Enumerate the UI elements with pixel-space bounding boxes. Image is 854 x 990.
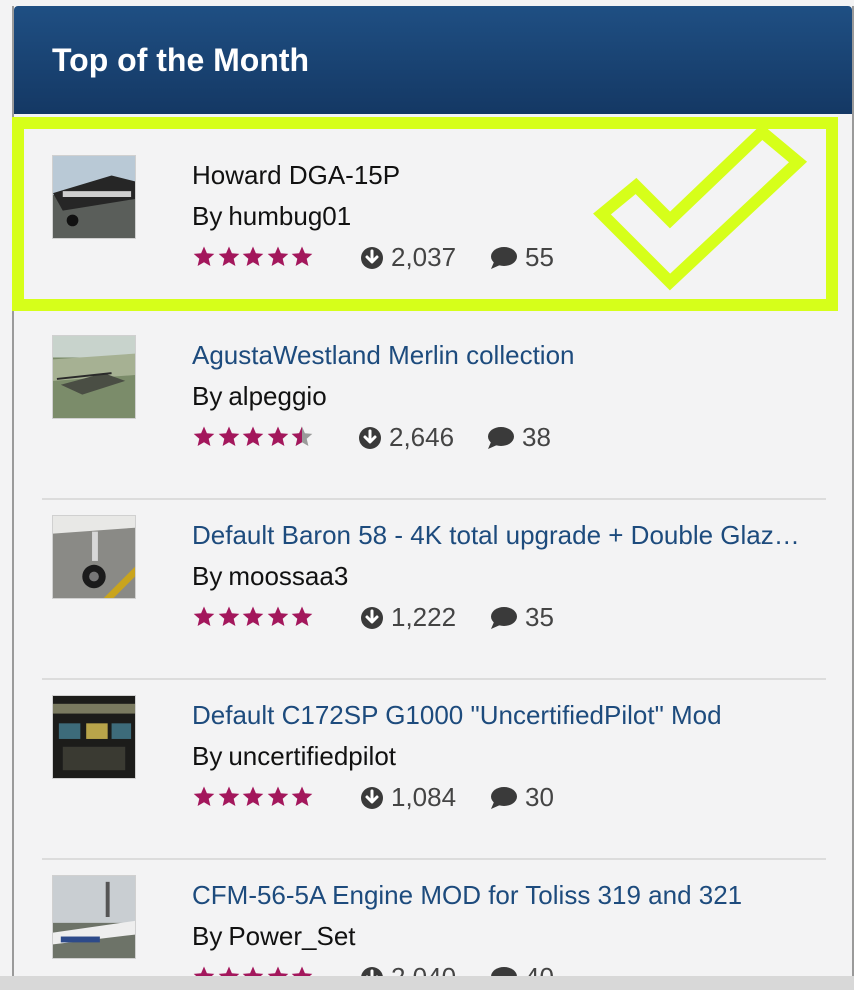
comment-value: 35 [525,602,554,632]
comment-count: 55 [489,242,554,273]
widget-title: Top of the Month [52,42,310,78]
star-icon [267,786,288,806]
bottom-scroll-edge [0,976,854,990]
comment-bubble-icon [488,426,514,449]
star-icon [242,246,264,266]
download-circle-icon [359,426,381,449]
item-thumbnail[interactable] [52,335,136,419]
item-thumbnail[interactable] [52,155,136,239]
download-count: 2,037 [360,242,456,273]
item-thumbnail[interactable] [52,875,136,959]
item-author: By moossaa3 [192,561,348,592]
item-author: By Power_Set [192,921,356,952]
list-item[interactable]: AgustaWestland Merlin collection By alpeg… [14,294,852,474]
comment-bubble-icon [491,606,517,629]
author-link[interactable]: Power_Set [228,921,355,951]
rating-stars [192,425,315,449]
download-value: 2,646 [389,422,455,452]
author-prefix: By [192,921,223,951]
item-meta: 1,084 30 [192,782,792,814]
comment-count: 35 [489,602,554,633]
star-icon [193,786,215,806]
author-link[interactable]: uncertifiedpilot [228,741,396,771]
item-title-link[interactable]: CFM-56-5A Engine MOD for Toliss 319 and … [192,880,802,911]
download-circle-icon [361,246,383,269]
item-thumbnail[interactable] [52,695,136,779]
download-value: 2,037 [391,242,457,272]
comment-count: 30 [489,782,554,813]
author-prefix: By [192,561,223,591]
item-author: By humbug01 [192,201,351,232]
star-icon [193,426,215,446]
star-icon [193,246,215,266]
star-icon [267,246,288,266]
list-item[interactable]: Howard DGA-15P By humbug01 2,037 55 [14,114,852,294]
item-meta: 2,646 38 [192,422,792,454]
star-icon [193,606,215,626]
download-circle-icon [361,786,383,809]
star-icon [267,606,288,626]
item-meta: 2,037 55 [192,242,792,274]
comment-value: 38 [522,422,551,452]
comment-count: 38 [486,422,551,453]
comment-bubble-icon [491,246,517,269]
top-of-month-widget: Top of the Month Howard DGA-15P By humbug… [12,6,854,990]
star-icon [218,246,239,266]
list-item[interactable]: Default C172SP G1000 "UncertifiedPilot" … [14,654,852,834]
list-item[interactable]: Default Baron 58 - 4K total upgrade + Do… [14,474,852,654]
author-prefix: By [192,201,223,231]
star-icon [242,786,264,806]
star-icon [218,606,239,626]
star-icon [218,426,239,446]
comment-value: 30 [525,782,554,812]
author-link[interactable]: alpeggio [228,381,326,411]
rating-stars [192,245,315,269]
list-item[interactable]: CFM-56-5A Engine MOD for Toliss 319 and … [14,834,852,990]
download-count: 2,646 [358,422,454,453]
item-title-link[interactable]: Default Baron 58 - 4K total upgrade + Do… [192,520,802,551]
item-title-link[interactable]: AgustaWestland Merlin collection [192,340,802,371]
download-value: 1,222 [391,602,457,632]
star-icon [291,246,313,266]
star-icon [242,606,264,626]
author-prefix: By [192,381,223,411]
download-count: 1,084 [360,782,456,813]
download-circle-icon [361,606,383,629]
download-count: 1,222 [360,602,456,633]
widget-header: Top of the Month [14,6,852,114]
item-author: By alpeggio [192,381,327,412]
star-icon [291,786,313,806]
item-thumbnail[interactable] [52,515,136,599]
item-author: By uncertifiedpilot [192,741,396,772]
star-icon [291,606,313,626]
star-icon [267,426,288,446]
author-link[interactable]: moossaa3 [228,561,348,591]
item-meta: 1,222 35 [192,602,792,634]
download-value: 1,084 [391,782,457,812]
rating-stars [192,605,315,629]
author-prefix: By [192,741,223,771]
item-title-link[interactable]: Howard DGA-15P [192,160,802,191]
author-link[interactable]: humbug01 [228,201,351,231]
rating-stars [192,785,315,809]
star-icon [242,426,264,446]
comment-value: 55 [525,242,554,272]
comment-bubble-icon [491,786,517,809]
item-title-link[interactable]: Default C172SP G1000 "UncertifiedPilot" … [192,700,802,731]
star-icon [218,786,239,806]
star-icon [291,426,313,446]
